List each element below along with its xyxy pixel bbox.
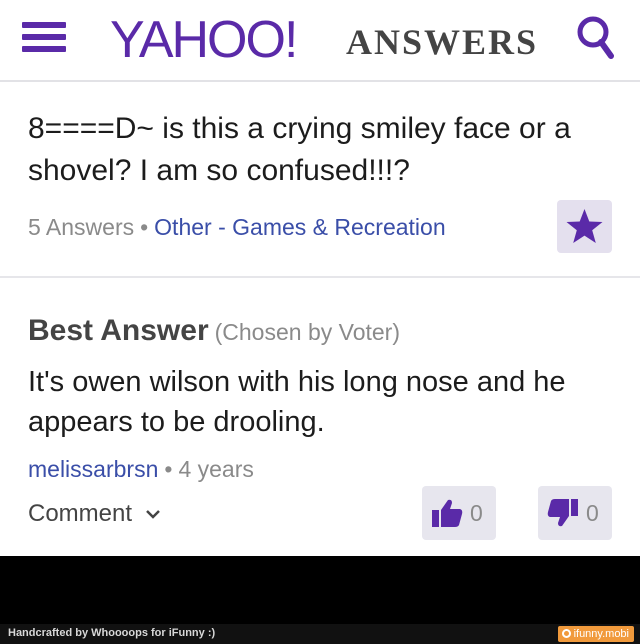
ifunny-site: ifunny.mobi [573, 628, 629, 640]
chosen-by-label: (Chosen by Voter) [214, 319, 400, 345]
answer-text: It's owen wilson with his long nose and … [28, 366, 566, 438]
answer-age: 4 years [178, 456, 254, 482]
thumbs-up-icon [432, 499, 463, 527]
meta-separator: • [164, 456, 173, 482]
comment-label: Comment [28, 500, 133, 527]
ifunny-badge: ifunny.mobi [557, 626, 634, 642]
menu-icon[interactable] [22, 22, 66, 52]
thumbs-down-count: 0 [586, 500, 599, 526]
best-answer-section: Best Answer (Chosen by Voter) It's owen w… [0, 278, 640, 556]
watermark-footer: Handcrafted by Whoooops for iFunny :) if… [0, 624, 640, 644]
answers-logo-text: ANSWERS [346, 22, 539, 62]
question-title: 8====D~ is this a crying smiley face or … [28, 112, 571, 187]
thumbs-down-icon [547, 499, 578, 527]
chevron-down-icon [145, 510, 160, 519]
thumbs-up-count: 0 [470, 500, 483, 526]
thumbs-down-button[interactable]: 0 [538, 486, 612, 540]
star-icon [566, 209, 603, 243]
app-header: YAHOO! ANSWERS [0, 0, 640, 82]
answer-count: 5 Answers [28, 214, 135, 240]
best-answer-heading: Best Answer (Chosen by Voter) [28, 314, 400, 348]
search-icon[interactable] [575, 14, 617, 62]
question-meta: 5 Answers • Other - Games & Recreation [28, 214, 446, 241]
thumbs-up-button[interactable]: 0 [422, 486, 496, 540]
comment-button[interactable]: Comment [28, 500, 161, 528]
yahoo-logo[interactable]: YAHOO! [110, 10, 298, 70]
meta-separator: • [140, 214, 149, 240]
answer-meta: melissarbrsn • 4 years [28, 456, 254, 483]
author-link[interactable]: melissarbrsn [28, 456, 158, 482]
category-link[interactable]: Other - Games & Recreation [154, 214, 445, 240]
question-section: 8====D~ is this a crying smiley face or … [0, 82, 640, 278]
footer-credit: Handcrafted by Whoooops for iFunny :) [8, 627, 216, 639]
black-bar [0, 556, 640, 624]
best-answer-label: Best Answer [28, 314, 209, 347]
save-star-button[interactable] [557, 200, 612, 253]
ifunny-logo-icon [561, 629, 571, 638]
